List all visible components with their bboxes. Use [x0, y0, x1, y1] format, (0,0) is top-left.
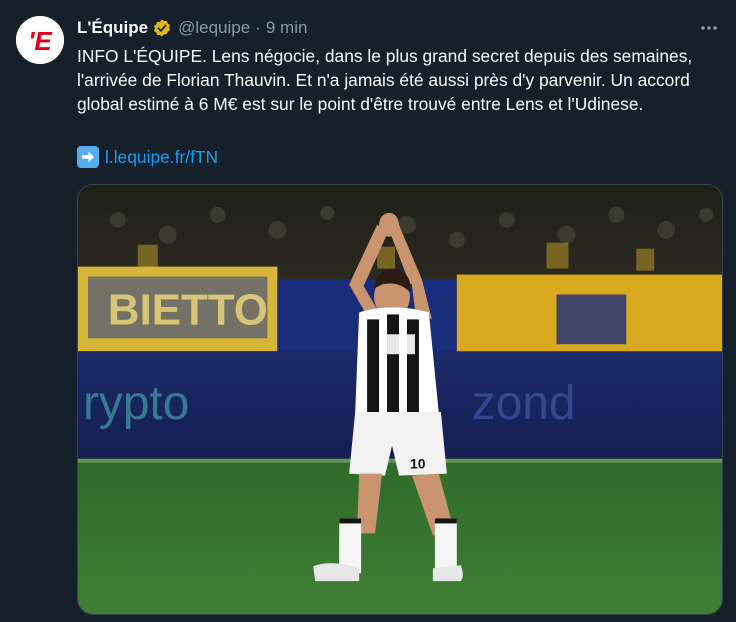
lequipe-logo-icon: 'E — [16, 16, 64, 64]
handle[interactable]: @lequipe — [178, 16, 250, 40]
tweet-photo[interactable]: BIETTO rypto zond 10 — [77, 184, 723, 615]
football-player-photo: BIETTO rypto zond 10 — [78, 185, 722, 614]
article-link[interactable]: l.lequipe.fr/fTN — [105, 147, 218, 168]
tweet-text: INFO L'ÉQUIPE. Lens négocie, dans le plu… — [77, 46, 698, 114]
avatar-logo-text: 'E — [28, 26, 52, 56]
tweet-card[interactable]: 'E L'Équipe @lequipe · 9 min INFO L'ÉQUI… — [0, 0, 736, 622]
verified-badge-icon[interactable] — [152, 18, 172, 38]
banner-text: BIETTO — [108, 285, 268, 334]
more-horizontal-icon — [701, 26, 717, 30]
more-options-button[interactable] — [695, 14, 723, 42]
right-arrow-emoji-icon — [77, 146, 99, 168]
timestamp[interactable]: 9 min — [266, 16, 308, 40]
shirt-number: 10 — [410, 456, 426, 472]
board-text-left: rypto — [83, 377, 189, 430]
separator-dot: · — [255, 18, 261, 37]
tweet-link-row: l.lequipe.fr/fTN — [77, 145, 218, 169]
tweet-header: L'Équipe @lequipe · 9 min — [77, 16, 307, 40]
avatar[interactable]: 'E — [16, 16, 64, 64]
display-name[interactable]: L'Équipe — [77, 16, 148, 40]
board-text-right: zond — [472, 377, 576, 430]
